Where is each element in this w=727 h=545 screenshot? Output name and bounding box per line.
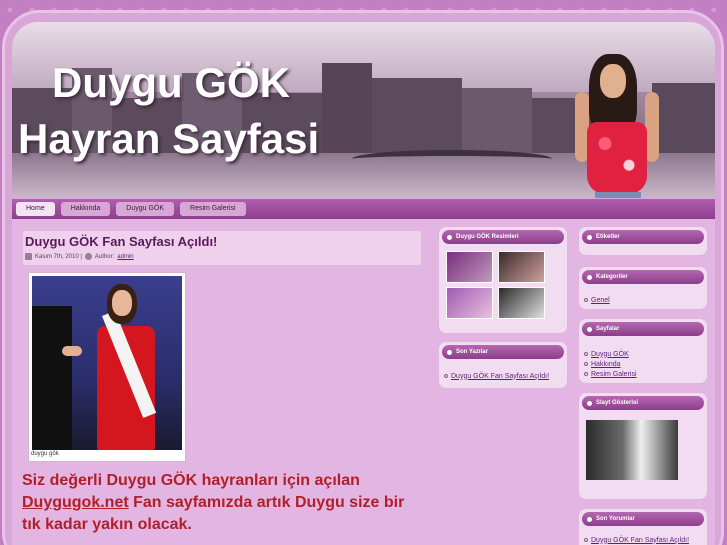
- bullet-icon: [584, 372, 588, 376]
- main-nav: Home Hakkında Duygu GÖK Resim Galerisi: [12, 199, 715, 219]
- post-header: Duygu GÖK Fan Sayfası Açıldı! Kasım 7th,…: [22, 230, 422, 266]
- bullet-icon: [447, 349, 452, 355]
- bullet-icon: [587, 274, 592, 280]
- son-yorumlar-list: Duygu GÖK Fan Sayfası Açıldı!: [584, 536, 689, 545]
- bullet-icon: [584, 538, 588, 542]
- bullet-icon: [587, 326, 592, 332]
- post-meta: Kasım 7th, 2010 | Author: admin: [25, 253, 134, 260]
- widget-header: Etiketler: [582, 230, 704, 244]
- widget-header: Slayt Gösterisi: [582, 396, 704, 410]
- post-body: Siz değerli Duygu GÖK hayranları için aç…: [22, 470, 422, 536]
- post-title[interactable]: Duygu GÖK Fan Sayfası Açıldı!: [25, 234, 217, 249]
- nav-resim-galerisi[interactable]: Resim Galerisi: [180, 202, 246, 216]
- list-item: Resim Galerisi: [584, 370, 637, 378]
- bullet-icon: [584, 362, 588, 366]
- site-header: [12, 22, 715, 198]
- bridge: [352, 150, 552, 168]
- thumbnail-grid: [446, 251, 545, 319]
- calendar-icon: [25, 253, 32, 260]
- page-link[interactable]: Hakkında: [591, 361, 621, 368]
- nav-home[interactable]: Home: [16, 202, 55, 216]
- post-image[interactable]: [32, 276, 182, 450]
- widget-sayfalar: Sayfalar Duygu GÖK Hakkında Resim Galeri…: [578, 318, 708, 384]
- nav-duygu-gok[interactable]: Duygu GÖK: [116, 202, 175, 216]
- widget-header: Son Yazılar: [442, 345, 564, 359]
- bullet-icon: [584, 298, 588, 302]
- bullet-icon: [447, 234, 452, 240]
- widget-title: Son Yazılar: [456, 349, 488, 355]
- recent-post-link[interactable]: Duygu GÖK Fan Sayfası Açıldı!: [451, 373, 549, 380]
- widget-title: Sayfalar: [596, 326, 620, 332]
- kategoriler-list: Genel: [584, 296, 610, 306]
- widget-header: Duygu GÖK Resimleri: [442, 230, 564, 244]
- widget-header: Kategoriler: [582, 270, 704, 284]
- image-caption: duygu gök: [31, 451, 59, 457]
- gallery-thumbnail[interactable]: [498, 251, 545, 283]
- site-title-line1[interactable]: Duygu GÖK: [52, 62, 290, 104]
- gallery-thumbnail[interactable]: [446, 251, 493, 283]
- post-body-text-1: Siz değerli Duygu GÖK hayranları için aç…: [22, 472, 360, 489]
- widget-header: Son Yorumlar: [582, 512, 704, 526]
- nav-hakkinda[interactable]: Hakkında: [60, 202, 111, 216]
- page-link[interactable]: Duygu GÖK: [591, 351, 629, 358]
- user-icon: [84, 253, 92, 260]
- site-title-line2[interactable]: Hayran Sayfasi: [18, 118, 319, 160]
- author-label: Author:: [94, 253, 115, 260]
- list-item: Duygu GÖK Fan Sayfası Açıldı!: [584, 536, 689, 544]
- bullet-icon: [587, 234, 592, 240]
- list-item: Hakkında: [584, 360, 637, 368]
- sayfalar-list: Duygu GÖK Hakkında Resim Galerisi: [584, 350, 637, 380]
- widget-resimler: Duygu GÖK Resimleri: [438, 226, 568, 334]
- page-link[interactable]: Resim Galerisi: [591, 371, 637, 378]
- building: [462, 88, 532, 158]
- gallery-thumbnail[interactable]: [446, 287, 493, 319]
- list-item: Genel: [584, 296, 610, 304]
- son-yazilar-list: Duygu GÖK Fan Sayfası Açıldı!: [444, 372, 549, 382]
- building: [322, 63, 372, 158]
- category-link[interactable]: Genel: [591, 297, 610, 304]
- post-date: Kasım 7th, 2010 |: [35, 253, 82, 260]
- widget-title: Slayt Gösterisi: [596, 400, 639, 406]
- slideshow-image[interactable]: [586, 420, 678, 480]
- widget-kategoriler: Kategoriler Genel: [578, 266, 708, 310]
- widget-title: Kategoriler: [596, 274, 628, 280]
- list-item: Duygu GÖK: [584, 350, 637, 358]
- bullet-icon: [444, 374, 448, 378]
- widget-title: Son Yorumlar: [596, 516, 635, 522]
- widget-son-yorumlar: Son Yorumlar Duygu GÖK Fan Sayfası Açıld…: [578, 508, 708, 545]
- widget-slayt: Slayt Gösterisi: [578, 392, 708, 500]
- recent-comment-link[interactable]: Duygu GÖK Fan Sayfası Açıldı!: [591, 537, 689, 544]
- site-link[interactable]: Duygugok.net: [22, 494, 129, 511]
- widget-etiketler: Etiketler: [578, 226, 708, 256]
- bullet-icon: [587, 400, 592, 406]
- widget-title: Etiketler: [596, 234, 620, 240]
- header-portrait: [567, 52, 667, 198]
- bullet-icon: [584, 352, 588, 356]
- building: [372, 78, 462, 158]
- post-image-frame: duygu gök: [28, 272, 186, 462]
- widget-title: Duygu GÖK Resimleri: [456, 234, 519, 240]
- bullet-icon: [587, 516, 592, 522]
- widget-son-yazilar: Son Yazılar Duygu GÖK Fan Sayfası Açıldı…: [438, 341, 568, 389]
- widget-header: Sayfalar: [582, 322, 704, 336]
- author-link[interactable]: admin: [117, 254, 133, 260]
- list-item: Duygu GÖK Fan Sayfası Açıldı!: [444, 372, 549, 380]
- gallery-thumbnail[interactable]: [498, 287, 545, 319]
